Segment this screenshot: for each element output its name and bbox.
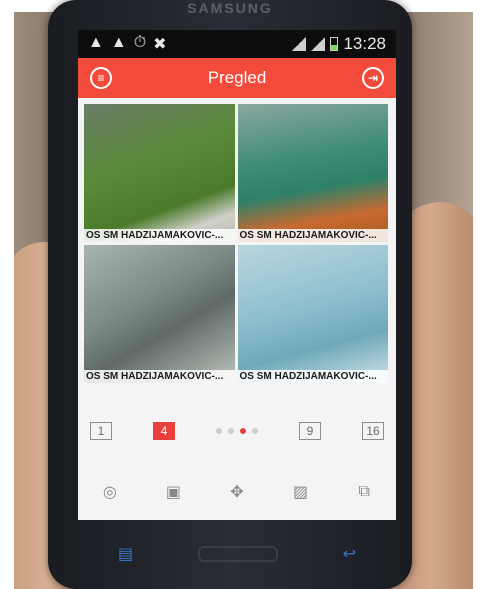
layout-16-button[interactable]: 16 bbox=[362, 422, 384, 440]
phone-device: SAMSUNG ▲ ▲ ⏱ ✖ 13:28 ≡ Pregled ⇥ OS SM … bbox=[48, 0, 412, 589]
status-system-icons: 13:28 bbox=[292, 34, 386, 54]
layout-4-button[interactable]: 4 bbox=[153, 422, 175, 440]
page-title: Pregled bbox=[207, 68, 267, 87]
page-dot[interactable] bbox=[252, 428, 258, 434]
notification-icon: ▲ bbox=[88, 34, 104, 51]
camera-label: OS SM HADZIJAMAKOVIC-... bbox=[84, 229, 235, 242]
phone-screen: ▲ ▲ ⏱ ✖ 13:28 ≡ Pregled ⇥ OS SM HADZIJAM… bbox=[78, 30, 396, 520]
image-quality-icon[interactable]: ▨ bbox=[289, 482, 313, 502]
capture-icon[interactable]: ◎ bbox=[98, 482, 122, 502]
menu-icon[interactable]: ≡ bbox=[90, 67, 112, 89]
page-dot-active[interactable] bbox=[240, 428, 246, 434]
layout-selector: 1 4 9 16 bbox=[78, 416, 396, 446]
record-icon[interactable]: ▣ bbox=[161, 482, 185, 502]
ptz-icon[interactable]: ✥ bbox=[225, 482, 249, 502]
camera-label: OS SM HADZIJAMAKOVIC-... bbox=[237, 370, 388, 383]
layout-1-button[interactable]: 1 bbox=[90, 422, 112, 440]
playback-icon[interactable]: ⧉ bbox=[352, 482, 376, 502]
exit-icon[interactable]: ⇥ bbox=[361, 67, 384, 89]
status-notification-icons: ▲ ▲ ⏱ ✖ bbox=[88, 34, 167, 54]
signal-icon bbox=[311, 37, 326, 51]
layout-9-button[interactable]: 9 bbox=[299, 422, 321, 440]
back-icon[interactable]: ↩ bbox=[343, 544, 356, 564]
hardware-nav: ▤ ↩ bbox=[78, 534, 396, 574]
bottom-toolbar: ◎ ▣ ✥ ▨ ⧉ bbox=[78, 474, 396, 510]
close-icon: ✖ bbox=[153, 36, 167, 53]
page-indicator bbox=[216, 428, 258, 434]
app-header: ≡ Pregled ⇥ bbox=[78, 58, 396, 98]
phone-brand: SAMSUNG bbox=[187, 0, 273, 16]
home-button[interactable] bbox=[197, 546, 278, 562]
status-bar: ▲ ▲ ⏱ ✖ 13:28 bbox=[78, 30, 396, 58]
camera-tile[interactable]: OS SM HADZIJAMAKOVIC-... bbox=[84, 104, 235, 242]
signal-icon bbox=[292, 37, 307, 51]
status-time: 13:28 bbox=[343, 34, 386, 53]
camera-label: OS SM HADZIJAMAKOVIC-... bbox=[84, 370, 235, 383]
page-dot[interactable] bbox=[216, 428, 222, 434]
camera-tile[interactable]: OS SM HADZIJAMAKOVIC-... bbox=[84, 245, 235, 383]
battery-icon bbox=[330, 37, 339, 51]
page-dot[interactable] bbox=[228, 428, 234, 434]
notification-icon: ▲ bbox=[110, 34, 127, 51]
camera-grid: OS SM HADZIJAMAKOVIC-... OS SM HADZIJAMA… bbox=[78, 98, 396, 383]
camera-label: OS SM HADZIJAMAKOVIC-... bbox=[237, 229, 388, 242]
alarm-icon: ⏱ bbox=[133, 34, 147, 51]
recent-apps-icon[interactable]: ▤ bbox=[118, 544, 133, 564]
camera-tile[interactable]: OS SM HADZIJAMAKOVIC-... bbox=[237, 245, 388, 383]
camera-tile[interactable]: OS SM HADZIJAMAKOVIC-... bbox=[237, 104, 388, 242]
